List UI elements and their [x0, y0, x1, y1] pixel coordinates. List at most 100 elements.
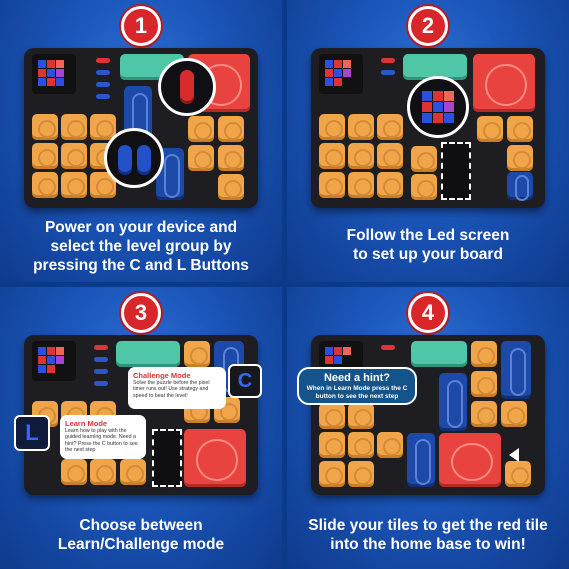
yellow-tile[interactable] [319, 432, 345, 458]
red-tile[interactable] [473, 54, 535, 112]
yellow-tile[interactable] [507, 116, 533, 142]
challenge-cube-icon: C [228, 364, 262, 398]
blue-tile[interactable] [407, 433, 435, 487]
caption-line: Choose between [79, 517, 203, 534]
yellow-tile[interactable] [61, 114, 87, 140]
blue-tile[interactable] [507, 172, 533, 201]
yellow-tile[interactable] [61, 143, 87, 169]
step-4-badge: 4 [408, 293, 448, 333]
c-button[interactable] [96, 58, 110, 63]
hint-body: When in Learn Mode press the C button to… [306, 385, 408, 400]
step-1-caption: Power on your device and select the leve… [8, 218, 274, 275]
led-screen [32, 54, 76, 94]
yellow-tile[interactable] [319, 143, 345, 169]
step-3-panel: 3 Challenge Mode Solve the puzzle before… [0, 287, 282, 569]
c-button[interactable] [381, 58, 395, 63]
caption-line: Slide your tiles to get the red tile [308, 517, 548, 534]
yellow-tile[interactable] [32, 114, 58, 140]
yellow-tile[interactable] [319, 461, 345, 487]
learn-mode-title: Learn Mode [65, 419, 108, 428]
caption-line: into the home base to win! [330, 536, 526, 553]
step-4-panel: 4 Need a hint? When in Learn Mode press … [287, 287, 569, 569]
yellow-tile[interactable] [348, 172, 374, 198]
instruction-grid: 1 Power on your device and select the le… [0, 0, 569, 569]
yellow-tile[interactable] [32, 172, 58, 198]
yellow-tile[interactable] [61, 459, 87, 485]
yellow-tile[interactable] [120, 459, 146, 485]
yellow-tile[interactable] [377, 432, 403, 458]
yellow-tile[interactable] [218, 174, 244, 200]
yellow-tile[interactable] [184, 341, 210, 367]
yellow-tile[interactable] [377, 114, 403, 140]
caption-line: pressing the C and L Buttons [33, 257, 249, 274]
yellow-tile[interactable] [377, 143, 403, 169]
l-button-2[interactable] [96, 82, 110, 87]
yellow-tile[interactable] [411, 174, 437, 200]
slide-arrow-icon [509, 448, 519, 462]
yellow-tile[interactable] [377, 172, 403, 198]
yellow-tile[interactable] [348, 432, 374, 458]
green-tile[interactable] [411, 341, 467, 367]
yellow-tile[interactable] [471, 401, 497, 427]
c-button[interactable] [94, 345, 108, 350]
yellow-tile[interactable] [411, 146, 437, 172]
challenge-mode-callout: Challenge Mode Solve the puzzle before t… [128, 367, 226, 409]
yellow-tile[interactable] [188, 145, 214, 171]
yellow-tile[interactable] [61, 172, 87, 198]
yellow-tile[interactable] [507, 145, 533, 171]
step-3-caption: Choose between Learn/Challenge mode [8, 516, 274, 554]
step-2-panel: 2 Follow the Led screen to set up your b… [287, 0, 569, 282]
step-1-panel: 1 Power on your device and select the le… [0, 0, 282, 282]
caption-line: Follow the Led screen [346, 227, 510, 244]
caption-line: Learn/Challenge mode [57, 536, 225, 553]
caption-line: to set up your board [353, 246, 503, 263]
step-2-badge: 2 [408, 6, 448, 46]
l-button[interactable] [381, 70, 395, 75]
yellow-tile[interactable] [90, 459, 116, 485]
l-button[interactable] [94, 357, 108, 362]
yellow-tile[interactable] [348, 403, 374, 429]
challenge-mode-body: Solve the puzzle before the pixel timer … [133, 380, 210, 399]
red-tile[interactable] [184, 429, 246, 487]
yellow-tile[interactable] [501, 401, 527, 427]
l-button[interactable] [96, 70, 110, 75]
blue-tile[interactable] [439, 373, 467, 431]
blue-tile[interactable] [501, 341, 531, 399]
yellow-tile[interactable] [471, 341, 497, 367]
target-slot [152, 429, 182, 487]
puzzle-board [311, 335, 545, 495]
l-button-3[interactable] [94, 381, 108, 386]
yellow-tile[interactable] [32, 143, 58, 169]
yellow-tile[interactable] [319, 172, 345, 198]
yellow-tile[interactable] [348, 461, 374, 487]
yellow-tile[interactable] [188, 116, 214, 142]
caption-line: Power on your device and [44, 219, 238, 236]
target-slot [441, 142, 471, 200]
led-screen [319, 54, 363, 94]
l-button-2[interactable] [94, 369, 108, 374]
c-button[interactable] [381, 345, 395, 350]
step-1-badge: 1 [121, 6, 161, 46]
step-4-caption: Slide your tiles to get the red tile int… [295, 516, 561, 554]
red-tile[interactable] [439, 433, 501, 487]
led-screen [32, 341, 76, 381]
yellow-tile[interactable] [471, 371, 497, 397]
yellow-tile[interactable] [319, 403, 345, 429]
yellow-tile[interactable] [348, 114, 374, 140]
yellow-tile[interactable] [218, 145, 244, 171]
learn-cube-icon: L [14, 415, 50, 451]
yellow-tile[interactable] [348, 143, 374, 169]
step-3-badge: 3 [121, 293, 161, 333]
yellow-tile[interactable] [505, 461, 531, 487]
l-button-3[interactable] [96, 94, 110, 99]
challenge-mode-title: Challenge Mode [133, 371, 191, 380]
hint-bubble: Need a hint? When in Learn Mode press th… [297, 367, 417, 405]
step-2-caption: Follow the Led screen to set up your boa… [295, 226, 561, 264]
yellow-tile[interactable] [477, 116, 503, 142]
yellow-tile[interactable] [319, 114, 345, 140]
c-button-zoom [158, 58, 216, 116]
yellow-tile[interactable] [218, 116, 244, 142]
green-tile[interactable] [116, 341, 180, 367]
l-button-zoom [104, 128, 164, 188]
hint-title: Need a hint? [323, 372, 390, 384]
